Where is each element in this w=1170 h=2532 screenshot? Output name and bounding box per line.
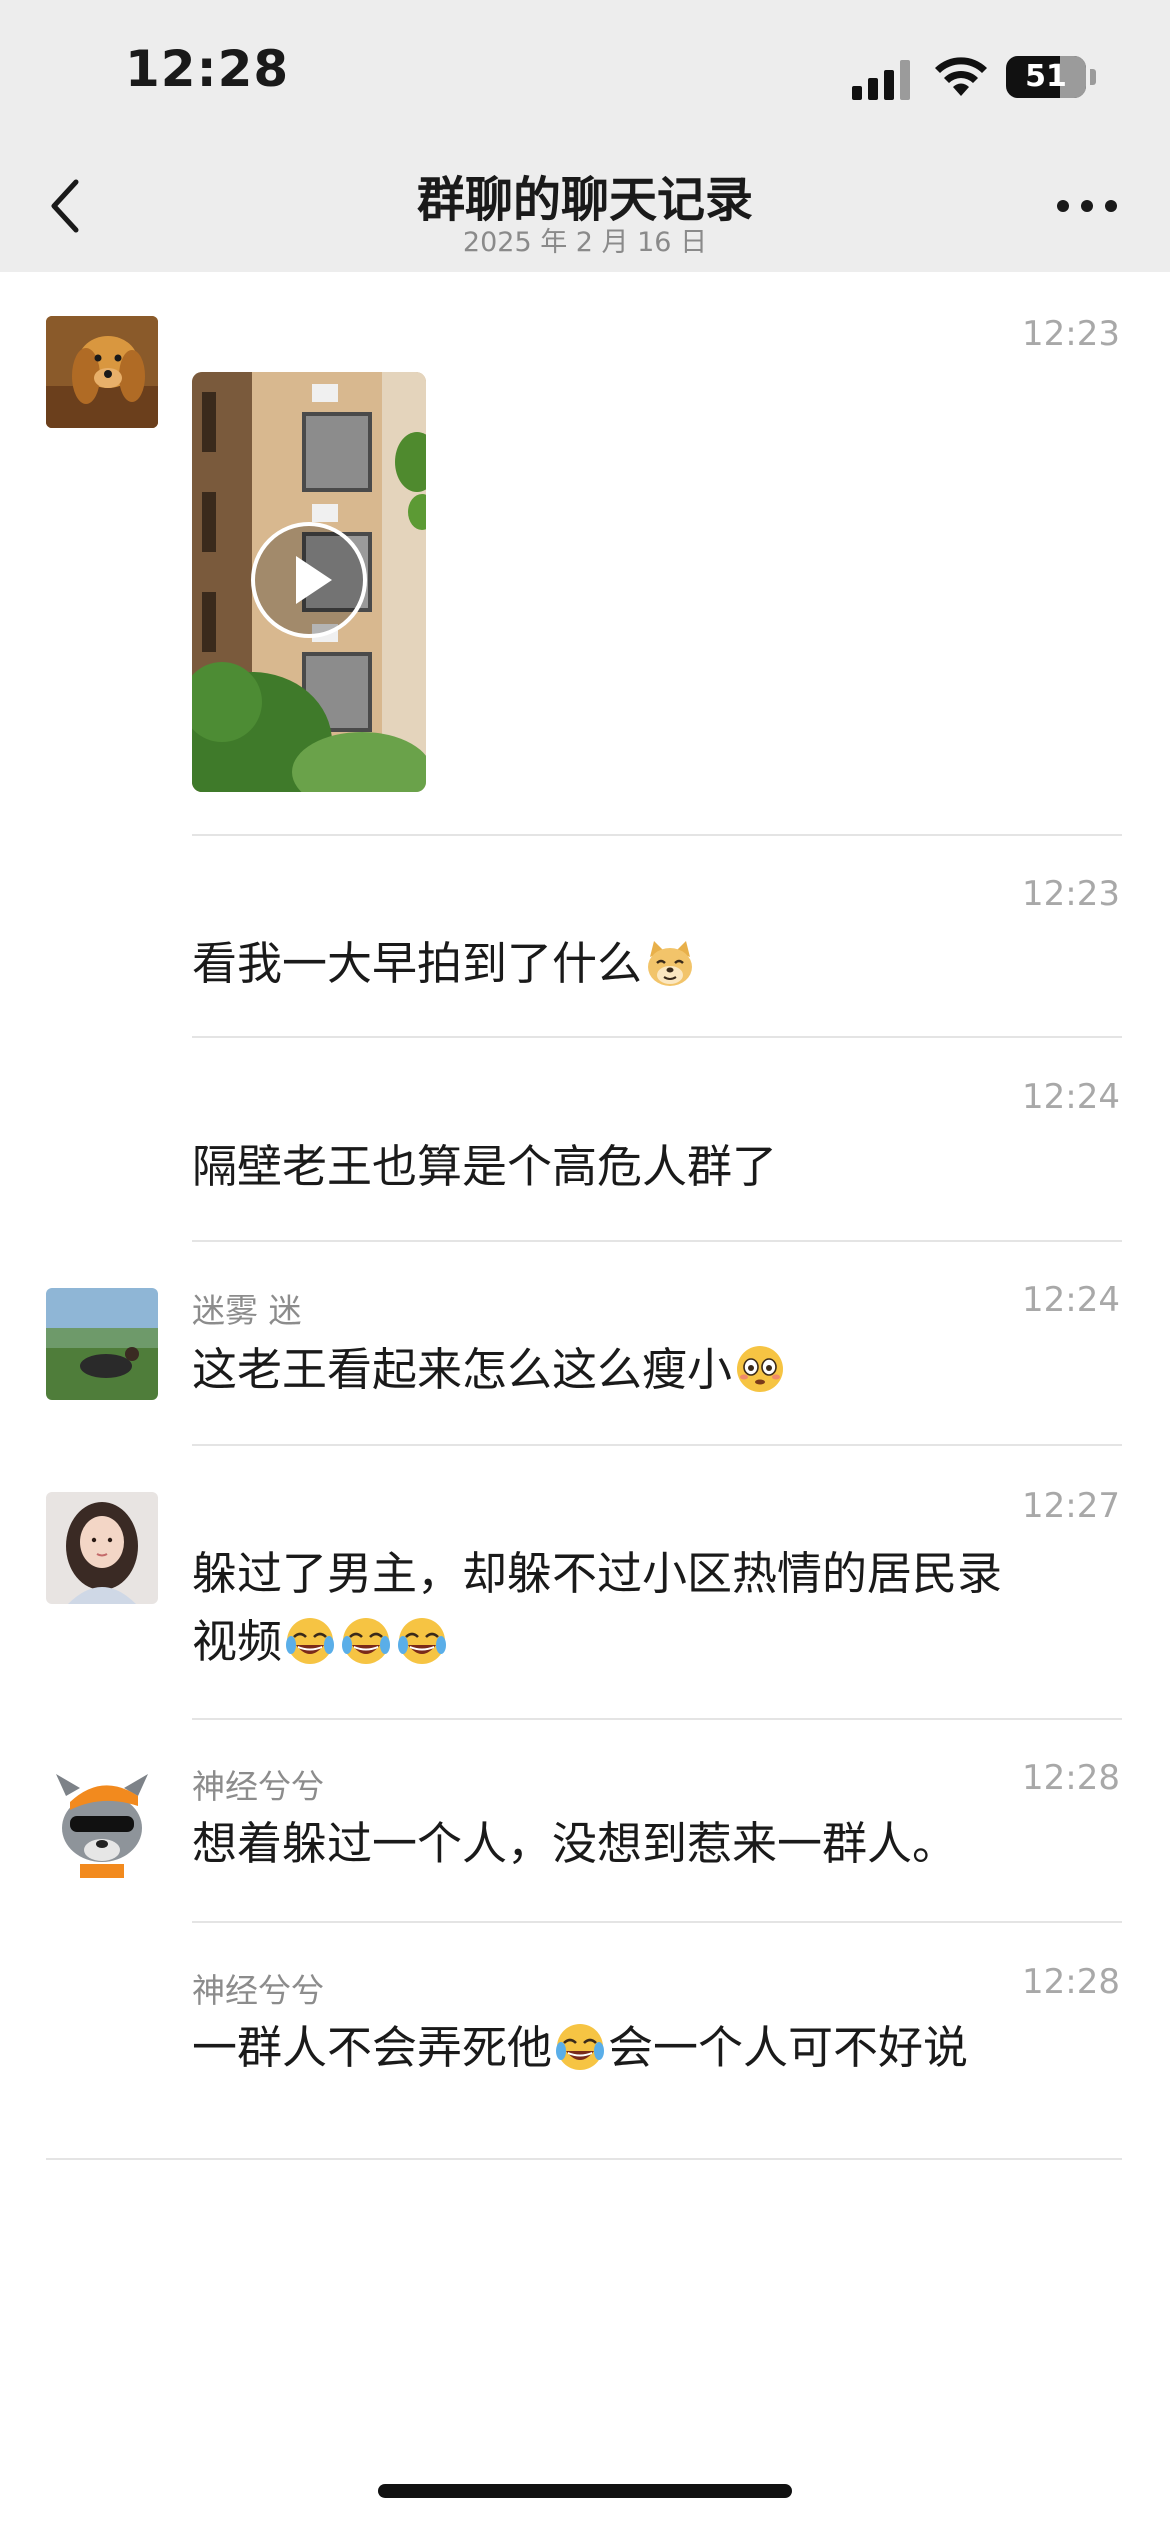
message-time: 12:27 bbox=[1022, 1486, 1120, 1526]
message-text-line: 视频 bbox=[192, 1608, 1122, 1676]
message-time: 12:23 bbox=[1022, 314, 1120, 354]
laugh-cry-emoji-icon bbox=[286, 1618, 335, 1664]
message-text-content: 看我一大早拍到了什么 bbox=[192, 937, 643, 990]
home-indicator[interactable] bbox=[378, 2484, 792, 2498]
message-text-content: 会一个人可不好说 bbox=[608, 2021, 969, 2074]
avatar[interactable] bbox=[46, 316, 158, 428]
battery-icon: 51 bbox=[1006, 56, 1086, 98]
battery-nub bbox=[1090, 69, 1096, 85]
message-text: 想着躲过一个人，没想到惹来一群人。 bbox=[192, 1817, 958, 1870]
sender-name: 迷雾 迷 bbox=[192, 1291, 302, 1330]
message-text-content: 视频 bbox=[192, 1615, 283, 1668]
more-options-icon[interactable] bbox=[1055, 196, 1119, 216]
sender-name: 神经兮兮 bbox=[192, 1767, 324, 1806]
divider bbox=[192, 1921, 1122, 1923]
laugh-cry-emoji-icon bbox=[342, 1618, 391, 1664]
wifi-icon bbox=[935, 57, 987, 96]
divider bbox=[192, 1036, 1122, 1038]
avatar[interactable] bbox=[46, 1288, 158, 1400]
avatar[interactable] bbox=[46, 1492, 158, 1604]
divider bbox=[192, 1444, 1122, 1446]
cellular-signal-icon bbox=[852, 60, 912, 100]
message-text: 躲过了男主，却躲不过小区热情的居民录 视频 bbox=[192, 1540, 1122, 1676]
message-text: 一群人不会弄死他 会一个人可不好说 bbox=[192, 2014, 1122, 2082]
message-text: 隔壁老王也算是个高危人群了 bbox=[192, 1140, 778, 1193]
flushed-emoji-icon bbox=[737, 1346, 784, 1392]
message-text: 看我一大早拍到了什么 bbox=[192, 930, 1122, 998]
battery-percent: 51 bbox=[1025, 59, 1067, 94]
message-text-content: 这老王看起来怎么这么瘦小 bbox=[192, 1343, 733, 1396]
message-time: 12:24 bbox=[1022, 1280, 1120, 1320]
sender-name: 神经兮兮 bbox=[192, 1971, 324, 2010]
laugh-cry-emoji-icon bbox=[556, 2024, 605, 2070]
doge-emoji-icon bbox=[648, 941, 693, 986]
divider bbox=[46, 2158, 1122, 2160]
message-time: 12:23 bbox=[1022, 874, 1120, 914]
message-time: 12:28 bbox=[1022, 1758, 1120, 1798]
message-time: 12:24 bbox=[1022, 1077, 1120, 1117]
message-text-content: 一群人不会弄死他 bbox=[192, 2021, 553, 2074]
laugh-cry-emoji-icon bbox=[398, 1618, 447, 1664]
message-text-line: 躲过了男主，却躲不过小区热情的居民录 bbox=[192, 1547, 1003, 1600]
message-time: 12:28 bbox=[1022, 1962, 1120, 2002]
divider bbox=[192, 1240, 1122, 1242]
avatar[interactable] bbox=[46, 1766, 158, 1878]
divider bbox=[192, 1718, 1122, 1720]
divider bbox=[192, 834, 1122, 836]
page-subtitle: 2025 年 2 月 16 日 bbox=[462, 227, 708, 258]
video-thumbnail[interactable] bbox=[192, 372, 426, 792]
status-time: 12:28 bbox=[125, 40, 290, 98]
message-text: 这老王看起来怎么这么瘦小 bbox=[192, 1336, 1122, 1404]
top-bar: 12:28 51 群聊的聊天记录 2025 年 2 月 16 日 bbox=[0, 0, 1170, 272]
